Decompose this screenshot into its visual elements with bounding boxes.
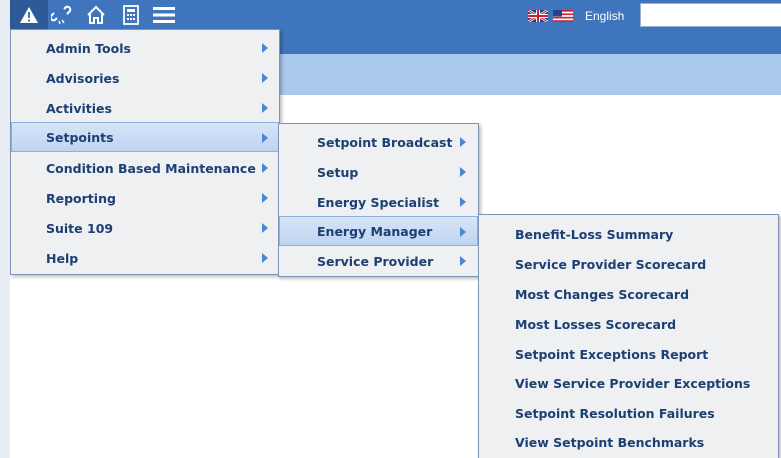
menu-item-label: Most Changes Scorecard bbox=[515, 286, 690, 302]
menu-item-label: Setpoint Resolution Failures bbox=[515, 405, 715, 421]
chevron-right-icon bbox=[460, 167, 466, 177]
menu-item-label: View Setpoint Benchmarks bbox=[515, 434, 705, 450]
menu-item-activities[interactable]: Activities bbox=[11, 93, 279, 123]
menu-item-energy-specialist[interactable]: Energy Specialist bbox=[279, 187, 478, 217]
menu-item-energy-manager[interactable]: Energy Manager bbox=[279, 216, 478, 246]
chevron-right-icon bbox=[460, 256, 466, 266]
chevron-right-icon bbox=[460, 227, 466, 237]
home-icon[interactable] bbox=[84, 2, 108, 28]
toolbar: English bbox=[10, 0, 781, 29]
menu-item-setup[interactable]: Setup bbox=[279, 157, 478, 187]
setpoints-submenu: Setpoint Broadcast Setup Energy Speciali… bbox=[278, 123, 479, 277]
main-menu: Admin Tools Advisories Activities Setpoi… bbox=[10, 29, 280, 275]
menu-item-label: Most Losses Scorecard bbox=[515, 316, 677, 332]
menu-item-setpoints[interactable]: Setpoints bbox=[11, 122, 279, 152]
menu-item-service-provider[interactable]: Service Provider bbox=[279, 246, 478, 276]
menu-item-label: Setpoints bbox=[46, 129, 114, 145]
menu-item-admin-tools[interactable]: Admin Tools bbox=[11, 33, 279, 63]
menu-item-label: Energy Specialist bbox=[317, 194, 440, 210]
menu-item-condition-based-maintenance[interactable]: Condition Based Maintenance bbox=[11, 153, 279, 183]
menu-item-view-setpoint-benchmarks[interactable]: View Setpoint Benchmarks bbox=[479, 427, 778, 457]
menu-item-advisories[interactable]: Advisories bbox=[11, 63, 279, 93]
chevron-right-icon bbox=[262, 253, 268, 263]
menu-item-label: Service Provider Scorecard bbox=[515, 256, 707, 272]
chevron-right-icon bbox=[262, 43, 268, 53]
chevron-right-icon bbox=[262, 163, 268, 173]
app-frame: English Admin Tools Advisories Activitie… bbox=[0, 0, 781, 458]
menu-item-suite-109[interactable]: Suite 109 bbox=[11, 213, 279, 243]
language-selector[interactable]: English bbox=[527, 7, 624, 26]
menu-item-label: Benefit-Loss Summary bbox=[515, 226, 674, 242]
menu-item-label: Suite 109 bbox=[46, 220, 114, 236]
menu-item-label: Advisories bbox=[46, 70, 120, 86]
menu-item-label: Activities bbox=[46, 100, 112, 116]
menu-icon[interactable] bbox=[152, 2, 176, 28]
calculator-icon[interactable] bbox=[120, 2, 142, 28]
menu-item-label: Help bbox=[46, 250, 79, 266]
menu-item-label: Setup bbox=[317, 164, 359, 180]
us-flag-icon bbox=[553, 7, 573, 26]
search-input[interactable] bbox=[640, 3, 781, 27]
menu-item-setpoint-broadcast[interactable]: Setpoint Broadcast bbox=[279, 127, 478, 157]
menu-item-help[interactable]: Help bbox=[11, 243, 279, 273]
uk-flag-icon bbox=[527, 7, 549, 26]
language-label[interactable]: English bbox=[585, 9, 624, 23]
menu-item-label: Setpoint Exceptions Report bbox=[515, 346, 709, 362]
chevron-right-icon bbox=[460, 137, 466, 147]
menu-item-label: Condition Based Maintenance bbox=[46, 160, 256, 176]
chevron-right-icon bbox=[460, 197, 466, 207]
menu-item-most-changes-scorecard[interactable]: Most Changes Scorecard bbox=[479, 279, 778, 309]
menu-item-label: Reporting bbox=[46, 190, 116, 206]
chevron-right-icon bbox=[262, 223, 268, 233]
chevron-right-icon bbox=[262, 193, 268, 203]
menu-item-view-service-provider-exceptions[interactable]: View Service Provider Exceptions bbox=[479, 368, 778, 398]
chevron-right-icon bbox=[262, 133, 268, 143]
menu-item-benefit-loss-summary[interactable]: Benefit-Loss Summary bbox=[479, 219, 778, 249]
menu-item-label: Service Provider bbox=[317, 253, 434, 269]
menu-item-setpoint-resolution-failures[interactable]: Setpoint Resolution Failures bbox=[479, 398, 778, 428]
menu-item-label: Admin Tools bbox=[46, 40, 131, 56]
menu-item-label: View Service Provider Exceptions bbox=[515, 375, 751, 391]
menu-item-label: Setpoint Broadcast bbox=[317, 134, 453, 150]
menu-item-reporting[interactable]: Reporting bbox=[11, 183, 279, 213]
energy-manager-submenu: Benefit-Loss Summary Service Provider Sc… bbox=[478, 214, 779, 458]
warning-icon[interactable] bbox=[18, 2, 40, 28]
menu-item-label: Energy Manager bbox=[317, 223, 433, 239]
menu-item-setpoint-exceptions-report[interactable]: Setpoint Exceptions Report bbox=[479, 339, 778, 369]
menu-item-service-provider-scorecard[interactable]: Service Provider Scorecard bbox=[479, 249, 778, 279]
chevron-right-icon bbox=[262, 73, 268, 83]
chevron-right-icon bbox=[262, 103, 268, 113]
menu-item-most-losses-scorecard[interactable]: Most Losses Scorecard bbox=[479, 309, 778, 339]
link-icon[interactable] bbox=[50, 2, 74, 28]
